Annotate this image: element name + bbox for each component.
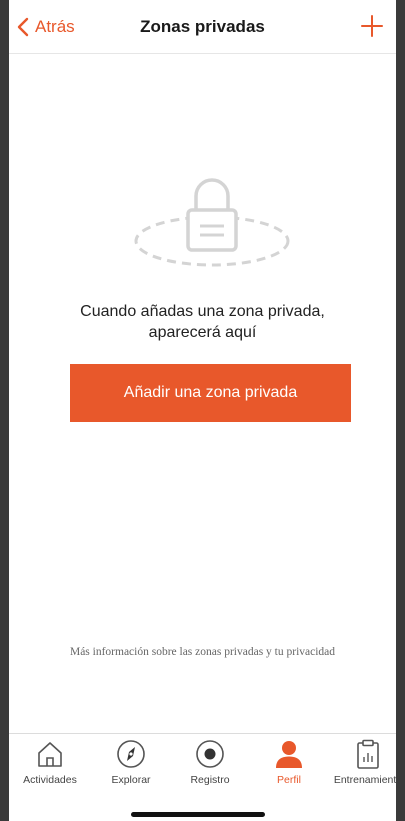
empty-state-message: Cuando añadas una zona privada, aparecer… (49, 301, 356, 343)
tab-label-registro: Registro (190, 774, 230, 786)
empty-message-line-2: aparecerá aquí (148, 324, 257, 341)
tab-actividades[interactable]: Actividades (11, 738, 89, 798)
tab-perfil[interactable]: Perfil (250, 738, 328, 798)
tab-label-explorar: Explorar (111, 774, 151, 786)
lock-icon (134, 178, 290, 267)
page-title: Zonas privadas (140, 17, 265, 36)
person-icon (276, 741, 302, 768)
phone-screen: Atrás Zonas privadas Cuando añadas una z… (9, 0, 396, 821)
tab-explorar[interactable]: Explorar (92, 738, 170, 798)
tab-label-actividades: Actividades (23, 774, 77, 786)
record-icon (196, 740, 224, 768)
home-indicator[interactable] (131, 812, 265, 817)
plus-icon (361, 15, 383, 37)
tab-label-perfil: Perfil (277, 774, 301, 786)
clipboard-chart-icon (357, 739, 379, 769)
home-icon (38, 742, 62, 767)
empty-message-line-1: Cuando añadas una zona privada, (80, 303, 325, 320)
add-button[interactable] (358, 12, 386, 40)
tab-bar: Actividades Explorar Registro Perfil Ent… (9, 733, 396, 821)
add-private-zone-button[interactable]: Añadir una zona privada (70, 364, 351, 422)
tab-entrenamiento[interactable]: Entrenamiento (329, 738, 396, 798)
tab-registro[interactable]: Registro (171, 738, 249, 798)
compass-icon (117, 740, 145, 768)
tab-label-entrenamiento: Entrenamiento (333, 774, 396, 786)
privacy-info-link[interactable]: Más información sobre las zonas privadas… (9, 646, 396, 658)
navigation-bar: Atrás Zonas privadas (9, 0, 396, 54)
